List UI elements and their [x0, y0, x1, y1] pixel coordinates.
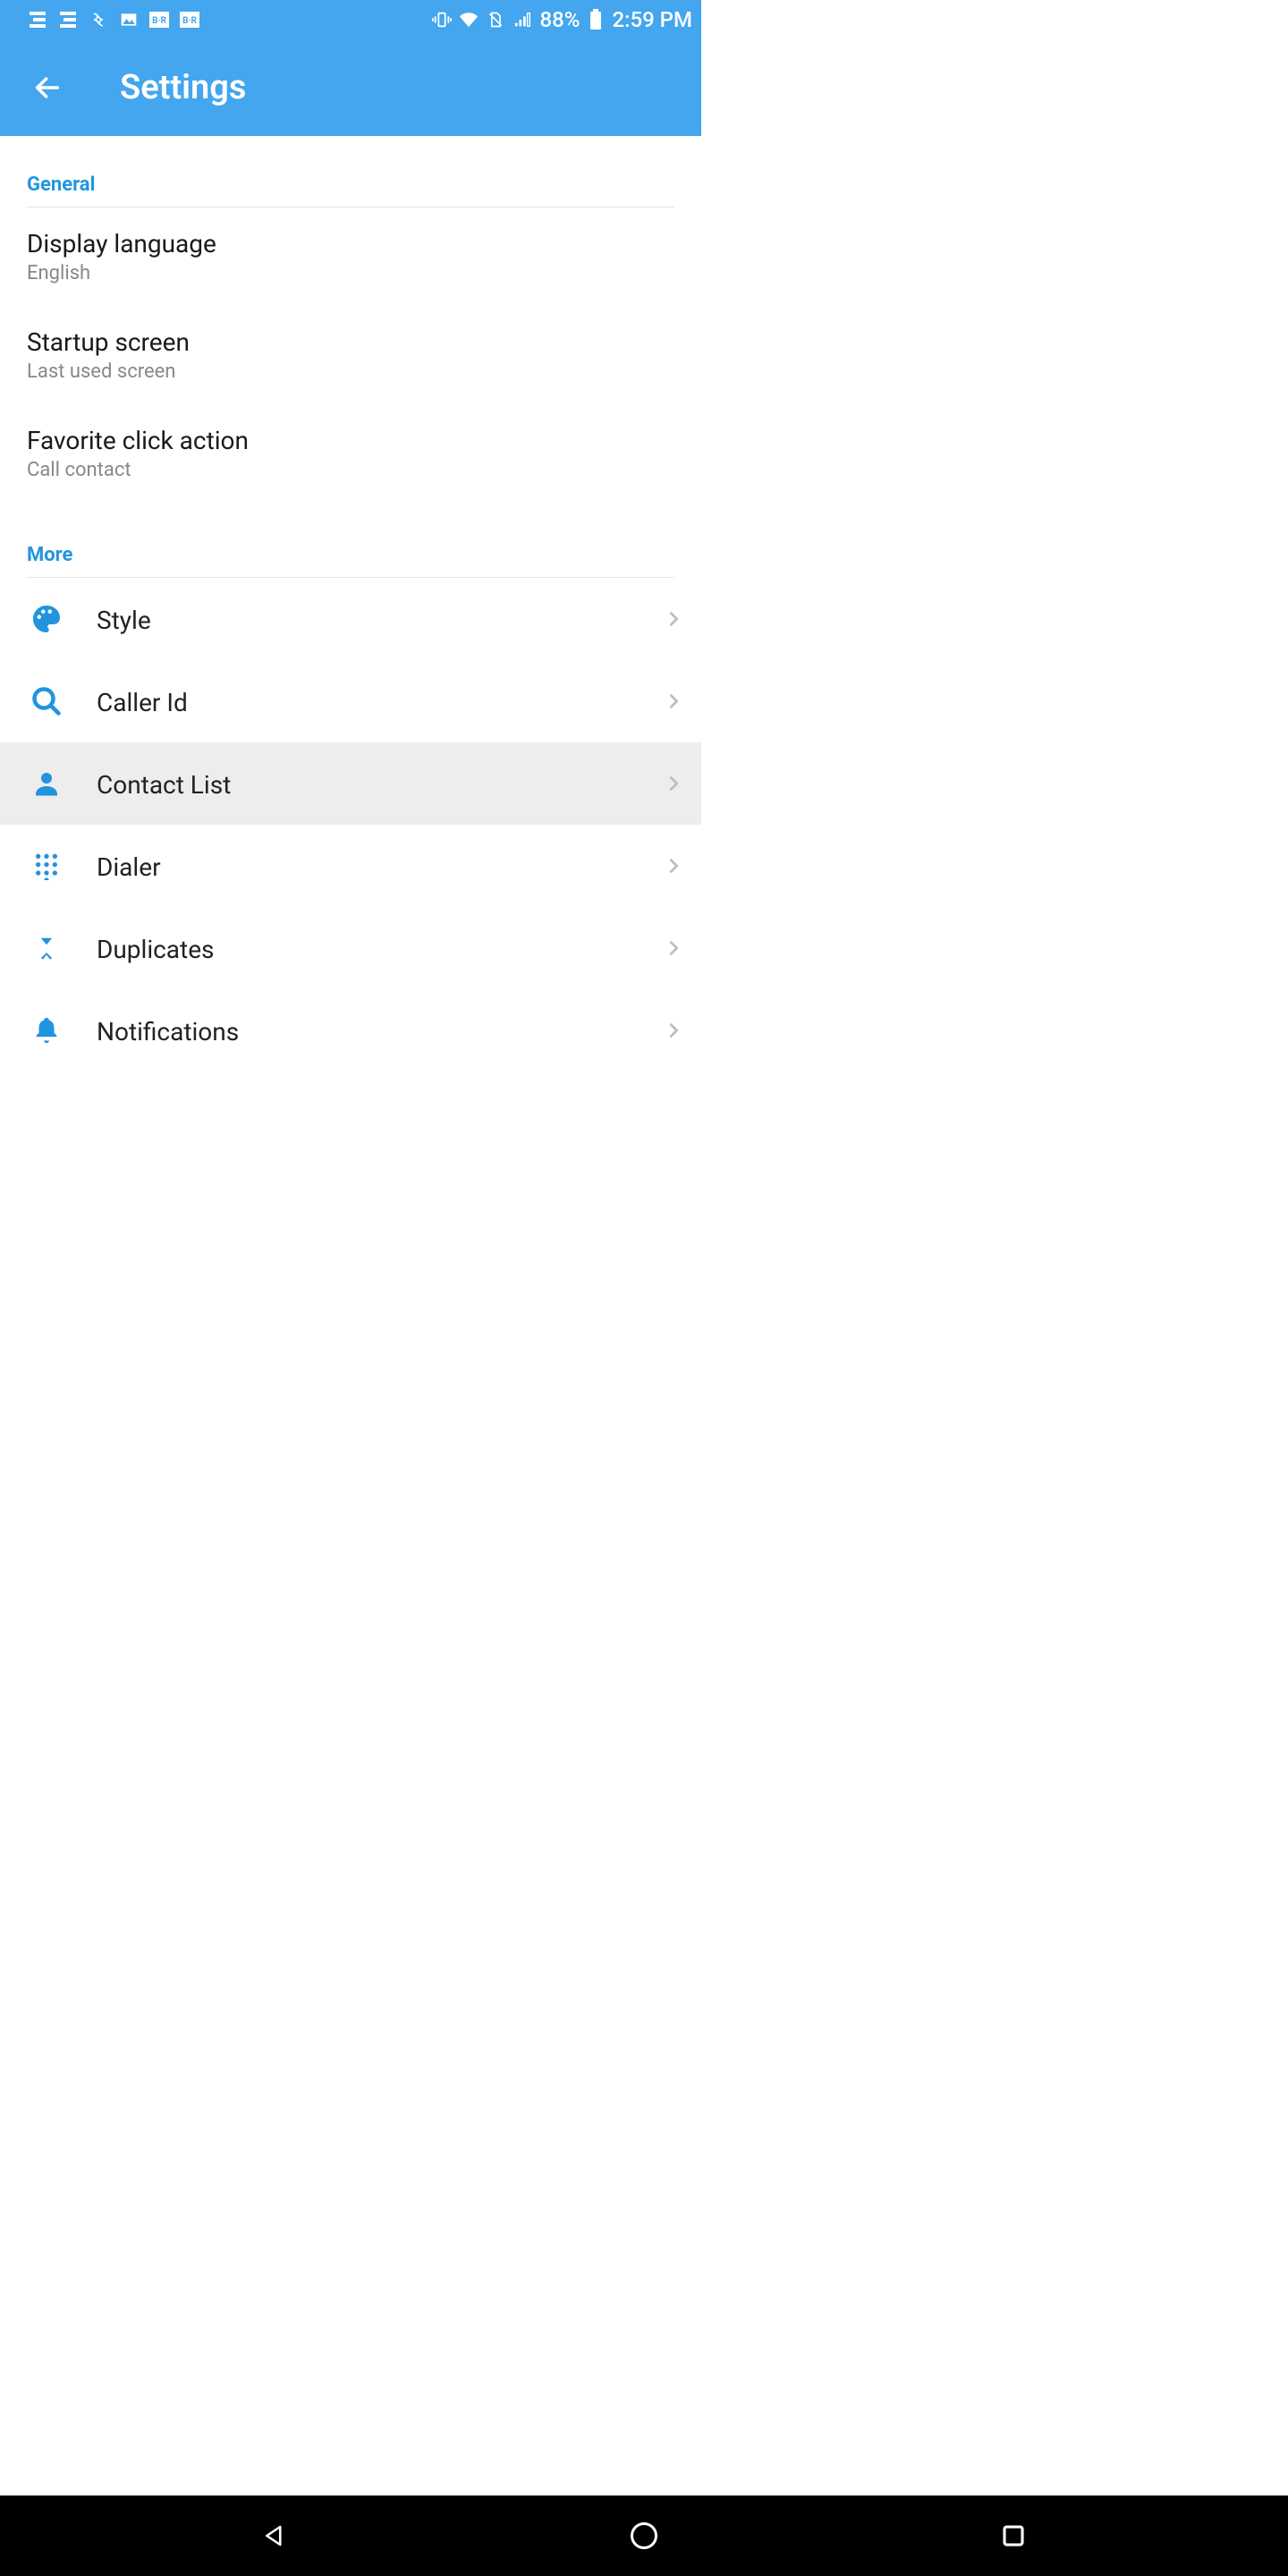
setting-title: Display language: [27, 229, 674, 258]
setting-sub: English: [27, 262, 674, 284]
no-sim-icon: [485, 9, 506, 30]
more-item-label: Contact List: [97, 768, 664, 800]
more-item-caller-id[interactable]: Caller Id: [0, 660, 701, 742]
more-item-dialer[interactable]: Dialer: [0, 825, 701, 907]
person-icon: [29, 766, 64, 801]
chevron-right-icon: [664, 609, 683, 629]
section-header-more: More: [27, 544, 674, 578]
more-item-label: Caller Id: [97, 686, 664, 717]
battery-icon: [585, 9, 606, 30]
chevron-right-icon: [664, 1021, 683, 1040]
chevron-right-icon: [664, 938, 683, 958]
chevron-right-icon: [664, 691, 683, 711]
bell-icon: [29, 1013, 64, 1048]
more-item-label: Notifications: [97, 1015, 664, 1046]
more-item-style[interactable]: Style: [0, 578, 701, 660]
back-button[interactable]: [32, 72, 63, 103]
nav-home-button[interactable]: [626, 2518, 662, 2554]
more-item-label: Dialer: [97, 851, 664, 882]
clock-time: 2:59 PM: [612, 7, 692, 32]
more-item-notifications[interactable]: Notifications: [0, 989, 701, 1072]
svg-text:B·R: B·R: [182, 16, 197, 26]
wifi-icon: [458, 9, 479, 30]
more-item-contact-list[interactable]: Contact List: [0, 742, 701, 825]
setting-startup-screen[interactable]: Startup screen Last used screen: [0, 306, 701, 404]
palette-icon: [29, 601, 64, 637]
setting-title: Favorite click action: [27, 426, 674, 455]
nav-back-button[interactable]: [257, 2518, 292, 2554]
photos-icon: [118, 9, 140, 30]
signal-icon: [512, 9, 535, 30]
nav-recent-button[interactable]: [996, 2518, 1031, 2554]
battery-percent: 88%: [540, 7, 580, 32]
svg-text:B·R: B·R: [152, 16, 166, 26]
vibrate-icon: [431, 9, 453, 30]
search-icon: [29, 683, 64, 719]
app-bar: Settings: [0, 39, 701, 136]
setting-sub: Last used screen: [27, 360, 674, 383]
more-item-duplicates[interactable]: Duplicates: [0, 907, 701, 989]
br-icon: B·R: [179, 9, 200, 30]
page-title: Settings: [120, 68, 246, 107]
app-notification-icon: [57, 9, 79, 30]
br-icon: B·R: [148, 9, 170, 30]
setting-favorite-click-action[interactable]: Favorite click action Call contact: [0, 404, 701, 503]
setting-title: Startup screen: [27, 327, 674, 357]
merge-icon: [29, 930, 64, 966]
settings-content: General Display language English Startup…: [0, 136, 701, 1072]
setting-display-language[interactable]: Display language English: [0, 208, 701, 306]
nyt-icon: [88, 9, 109, 30]
dialpad-icon: [29, 848, 64, 884]
chevron-right-icon: [664, 774, 683, 793]
status-right: 88% 2:59 PM: [431, 7, 692, 32]
more-item-label: Style: [97, 604, 664, 635]
more-item-label: Duplicates: [97, 933, 664, 964]
system-nav-bar: [0, 2496, 1288, 2576]
chevron-right-icon: [664, 856, 683, 876]
more-list: Style Caller Id Contact List: [0, 578, 701, 1072]
status-left: B·R B·R: [27, 9, 200, 30]
status-bar: B·R B·R 88% 2:59 PM: [0, 0, 701, 39]
setting-sub: Call contact: [27, 459, 674, 481]
app-notification-icon: [27, 9, 48, 30]
section-header-general: General: [27, 136, 674, 208]
